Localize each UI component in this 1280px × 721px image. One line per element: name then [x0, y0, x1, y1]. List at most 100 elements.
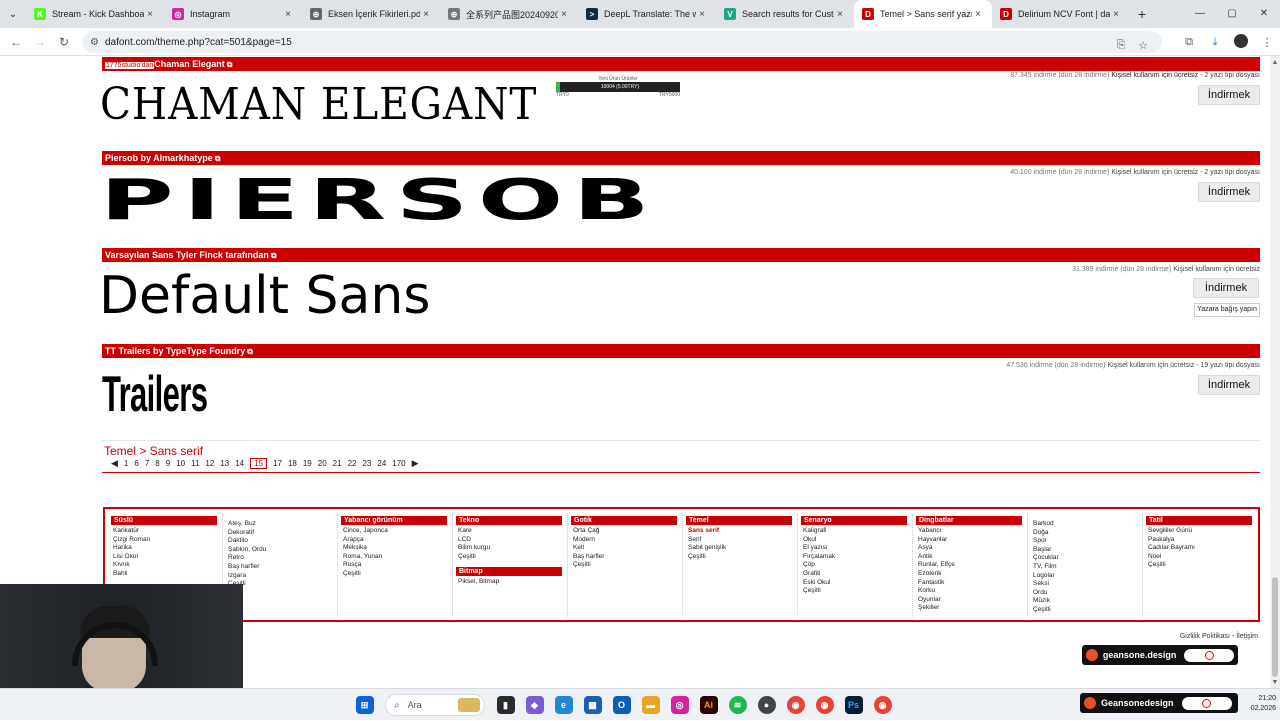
category-link[interactable]: Okul [801, 536, 907, 545]
category-link[interactable]: Baş harfler [226, 563, 332, 572]
copilot-icon[interactable]: ◆ [525, 696, 544, 714]
category-link[interactable]: Piksel, Bitmap [456, 578, 562, 587]
downloads-icon[interactable]: ⤓ [1202, 36, 1228, 49]
category-link[interactable]: Şekiller [916, 604, 1022, 613]
pager-page-link[interactable]: 11 [191, 459, 199, 468]
category-link[interactable]: Sevgililer Günü [1146, 527, 1252, 536]
external-link-icon[interactable]: ⧉ [247, 345, 253, 359]
back-icon[interactable]: ← [4, 35, 28, 49]
category-link[interactable]: Fırçalamak [801, 553, 907, 562]
category-heading[interactable]: Süslü [111, 516, 217, 525]
category-link[interactable]: Kelt [571, 544, 677, 553]
category-link[interactable]: Cadılar Bayramı [1146, 544, 1252, 553]
pager-page-link[interactable]: 20 [318, 459, 327, 468]
category-link[interactable]: Orta Çağ [571, 527, 677, 536]
category-heading[interactable]: Senaryo [801, 516, 907, 525]
category-link[interactable]: Daktilo [226, 537, 332, 546]
close-tab-icon[interactable]: × [696, 9, 708, 20]
pager-page-link[interactable]: 10 [176, 459, 185, 468]
category-link[interactable]: Asya [916, 544, 1022, 553]
close-window-icon[interactable]: ✕ [1248, 0, 1280, 28]
category-link[interactable]: Oyunlar [916, 596, 1022, 605]
download-button[interactable]: İndirmek [1198, 375, 1260, 395]
tab-search-menu-icon[interactable]: ⌄ [0, 0, 26, 28]
close-tab-icon[interactable]: × [282, 9, 294, 20]
category-link[interactable]: Fantastik [916, 579, 1022, 588]
windows-start-icon[interactable]: ⊞ [355, 696, 374, 714]
pager-page-link[interactable]: 13 [220, 459, 229, 468]
pager-prev-icon[interactable]: ◀ [111, 458, 118, 469]
pager-page-link[interactable]: 24 [377, 459, 386, 468]
new-tab-button[interactable]: + [1130, 0, 1154, 28]
browser-tab[interactable]: V Search results for Custom× [716, 0, 854, 28]
category-link[interactable]: Roma, Yunan [341, 553, 447, 562]
close-tab-icon[interactable]: × [144, 9, 156, 20]
category-link[interactable]: Cince, Japonca [341, 527, 447, 536]
category-link[interactable]: Modern [571, 536, 677, 545]
pager-current-page[interactable]: 15 [250, 458, 268, 469]
pager-page-link[interactable]: 18 [288, 459, 297, 468]
close-tab-icon[interactable]: × [420, 9, 432, 20]
category-link[interactable]: Müzik [1031, 597, 1137, 606]
category-link[interactable]: Lisi Okul [111, 553, 217, 562]
category-link[interactable]: Noel [1146, 553, 1252, 562]
font-title-link[interactable]: Varsayılan Sans Tyler Finck tarafından [105, 250, 269, 260]
ad-banner[interactable]: Yeni Ürün Ürünler 10004 (5.00TRY) TRY0 TR… [556, 76, 680, 100]
category-link[interactable]: Çöp [801, 561, 907, 570]
category-link[interactable]: Seksi [1031, 580, 1137, 589]
system-clock[interactable]: 21:20 02.2026 [1251, 694, 1276, 714]
category-link[interactable]: Barkod [1031, 520, 1137, 529]
download-button[interactable]: İndirmek [1198, 85, 1260, 105]
taskbar-search[interactable]: ⌕ Ara [385, 694, 485, 716]
scroll-up-icon[interactable]: ▲ [1271, 59, 1279, 66]
external-link-icon[interactable]: ⧉ [227, 58, 233, 72]
category-link[interactable]: Çeşitli [341, 570, 447, 579]
category-link[interactable]: Sabit genişlik [686, 544, 792, 553]
edge-icon[interactable]: e [554, 696, 573, 714]
font-title-link[interactable]: Chaman Elegant [154, 59, 225, 69]
category-link[interactable]: Spor [1031, 537, 1137, 546]
category-link[interactable]: Ordu [1031, 589, 1137, 598]
category-link[interactable]: TV, Film [1031, 563, 1137, 572]
store-icon[interactable]: ▦ [583, 696, 602, 714]
font-author-link[interactable]: 1775studio'dan [105, 62, 155, 69]
category-link[interactable]: Logolar [1031, 572, 1137, 581]
category-heading[interactable]: Bitmap [456, 567, 562, 577]
close-tab-icon[interactable]: × [972, 9, 984, 20]
photoshop-icon[interactable]: Ps [844, 696, 863, 714]
category-link[interactable]: Doğa [1031, 529, 1137, 538]
category-link[interactable]: Meksika [341, 544, 447, 553]
category-link[interactable]: Ateş, Buz [226, 520, 332, 529]
category-link[interactable]: Ezoterik [916, 570, 1022, 579]
category-link[interactable]: Arapça [341, 536, 447, 545]
category-link[interactable]: Çeşitli [686, 553, 792, 562]
category-link[interactable]: Eski Okul [801, 579, 907, 588]
category-link[interactable]: Başlar [1031, 546, 1137, 555]
font-title-link[interactable]: Piersob by Almarkhatype [105, 153, 213, 163]
page-scrollbar[interactable]: ▲ ▼ [1270, 57, 1280, 688]
category-link[interactable]: Grafiti [801, 570, 907, 579]
category-link[interactable]: Bilim kurgu [456, 544, 562, 553]
font-title-link[interactable]: TT Trailers by TypeType Foundry [105, 346, 245, 356]
pager-page-link[interactable]: 23 [362, 459, 371, 468]
pager-page-link[interactable]: 1 [124, 459, 128, 468]
font-preview[interactable]: CHAMAN ELEGANT [100, 79, 537, 130]
font-preview[interactable]: Trailers [102, 365, 208, 423]
download-button[interactable]: İndirmek [1193, 278, 1259, 298]
category-link[interactable]: Çocuklar [1031, 554, 1137, 563]
category-link[interactable]: Çeşitli [801, 587, 907, 596]
address-bar[interactable]: ⚙ dafont.com/theme.php?cat=501&page=15 ⎘… [82, 31, 1162, 53]
pager-page-link[interactable]: 14 [235, 459, 244, 468]
category-link[interactable]: Kare [456, 527, 562, 536]
menu-kebab-icon[interactable]: ⋮ [1254, 36, 1280, 49]
pager-page-link[interactable]: 7 [145, 459, 149, 468]
category-link[interactable]: Serif [686, 536, 792, 545]
category-heading[interactable]: Temel [686, 516, 792, 525]
category-heading[interactable]: Gotik [571, 516, 677, 525]
pager-page-link[interactable]: 22 [348, 459, 357, 468]
category-link[interactable]: Kıvrık [111, 561, 217, 570]
download-button[interactable]: İndirmek [1198, 182, 1260, 202]
extensions-icon[interactable]: ⧉ [1176, 36, 1202, 49]
browser-tab[interactable]: D Delirium NCV Font | dafo × [992, 0, 1130, 28]
footer-links[interactable]: Gizlilik Politikası - İletişim [1180, 633, 1258, 640]
